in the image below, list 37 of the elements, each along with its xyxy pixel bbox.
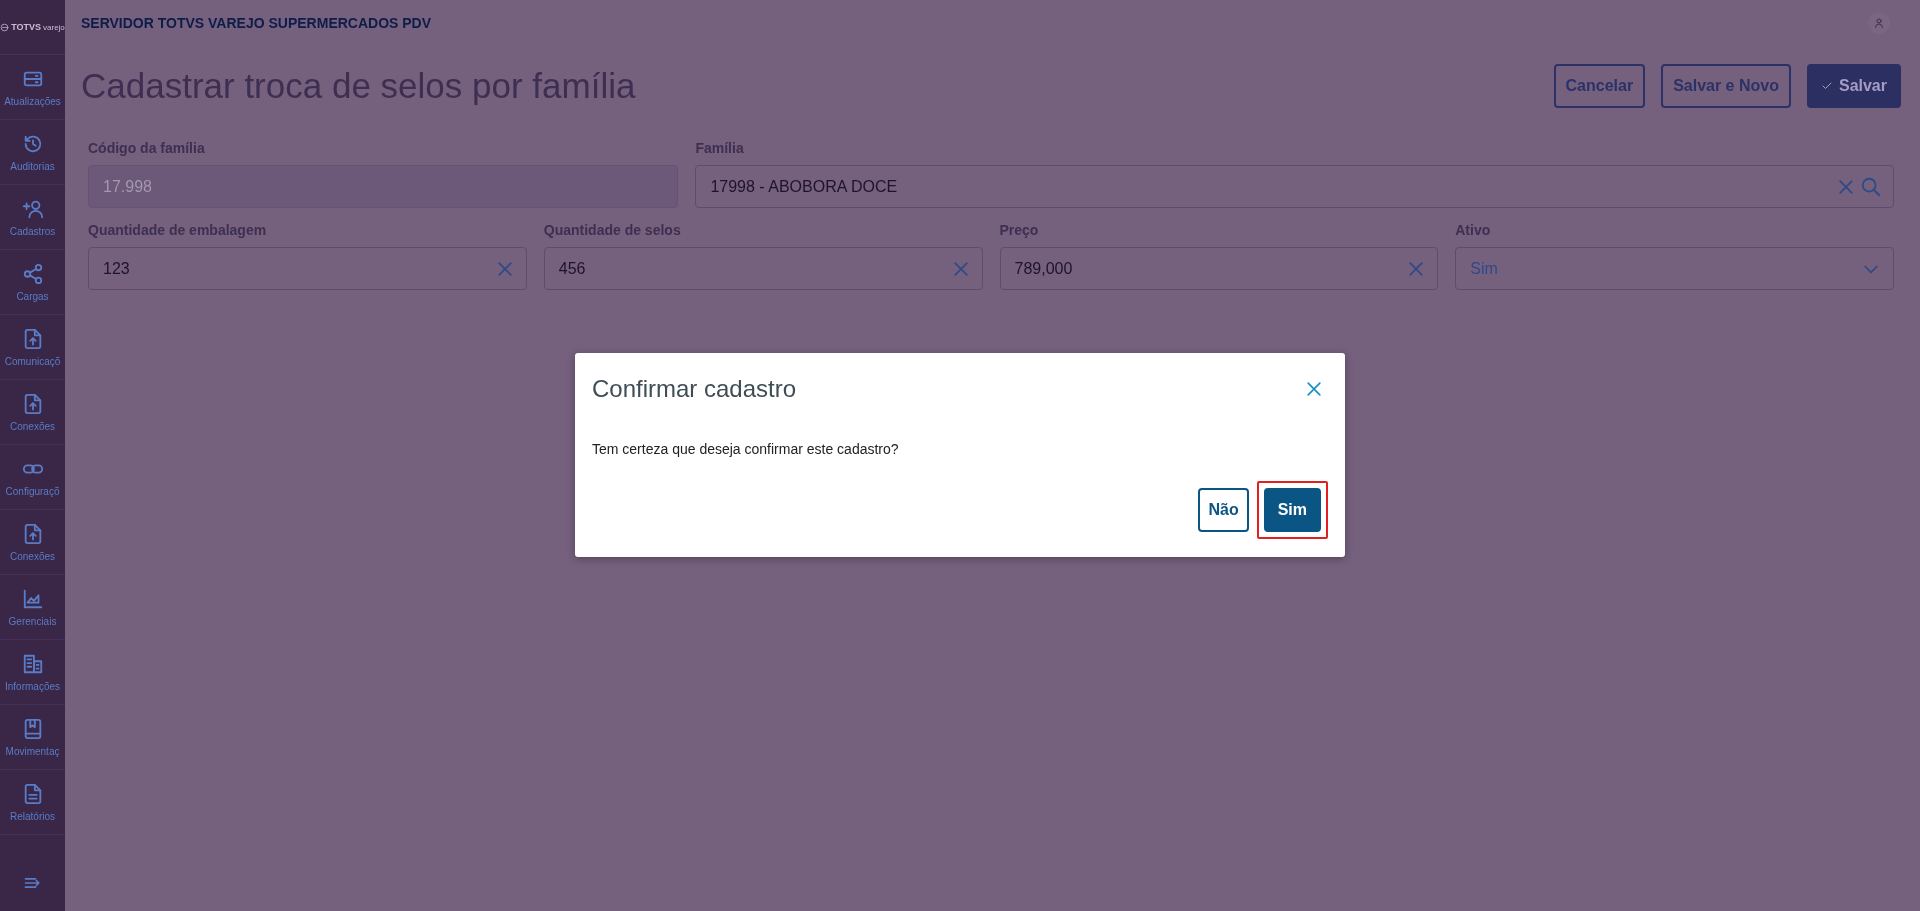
close-icon[interactable] [1304, 379, 1324, 399]
sidebar-item[interactable]: Movimentaç [0, 705, 65, 770]
input-field[interactable]: 17998 - ABOBORA DOCE [695, 165, 1894, 208]
action-button[interactable]: Cancelar [1553, 64, 1646, 108]
check-icon [1820, 80, 1833, 92]
action-button[interactable]: Salvar e Novo [1661, 64, 1791, 108]
dialog-message: Tem certeza que deseja confirmar este cadastro? [592, 441, 900, 457]
field-label: Preço [999, 222, 1040, 238]
input-field[interactable]: 123 [88, 247, 527, 290]
sidebar-item[interactable]: Cadastros [0, 185, 65, 250]
sidebar-item[interactable]: Informações [0, 640, 65, 705]
field-label: Família [695, 140, 745, 156]
sidebar-item[interactable]: Relatórios [0, 770, 65, 835]
input-field[interactable]: 456 [543, 247, 983, 290]
action-button[interactable]: Salvar [1806, 64, 1901, 108]
server-title: SERVIDOR TOTVS VAREJO SUPERMERCADOS PDV [81, 14, 432, 31]
sidebar-item[interactable]: Cargas [0, 250, 65, 315]
buildings-icon [21, 652, 44, 675]
sidebar-item[interactable]: Conexões [0, 380, 65, 445]
dialog-title: Confirmar cadastro [592, 375, 797, 403]
dialog-button[interactable]: Não [1196, 486, 1251, 534]
sidebar-item[interactable]: Gerenciais [0, 575, 65, 640]
field-label: Ativo [1455, 222, 1492, 238]
search-icon[interactable] [1860, 175, 1882, 198]
logo-icon [0, 22, 10, 32]
user-avatar[interactable] [1868, 11, 1890, 34]
input-field[interactable]: 789,000 [999, 247, 1439, 290]
chart-icon [21, 587, 44, 610]
logo: TOTVS varejo [0, 0, 65, 55]
sidebar-item[interactable]: Auditorias [0, 120, 65, 185]
dialog-button[interactable]: Sim [1256, 481, 1328, 539]
sidebar-item[interactable]: Comunicaçõ [0, 315, 65, 380]
sidebar-item[interactable]: Conexões [0, 510, 65, 575]
sidebar-item[interactable]: Atualizações [0, 55, 65, 120]
share-icon [21, 262, 44, 285]
page-title: Cadastrar troca de selos por família [81, 66, 636, 106]
sidebar-item[interactable]: Configuraçõ [0, 445, 65, 510]
